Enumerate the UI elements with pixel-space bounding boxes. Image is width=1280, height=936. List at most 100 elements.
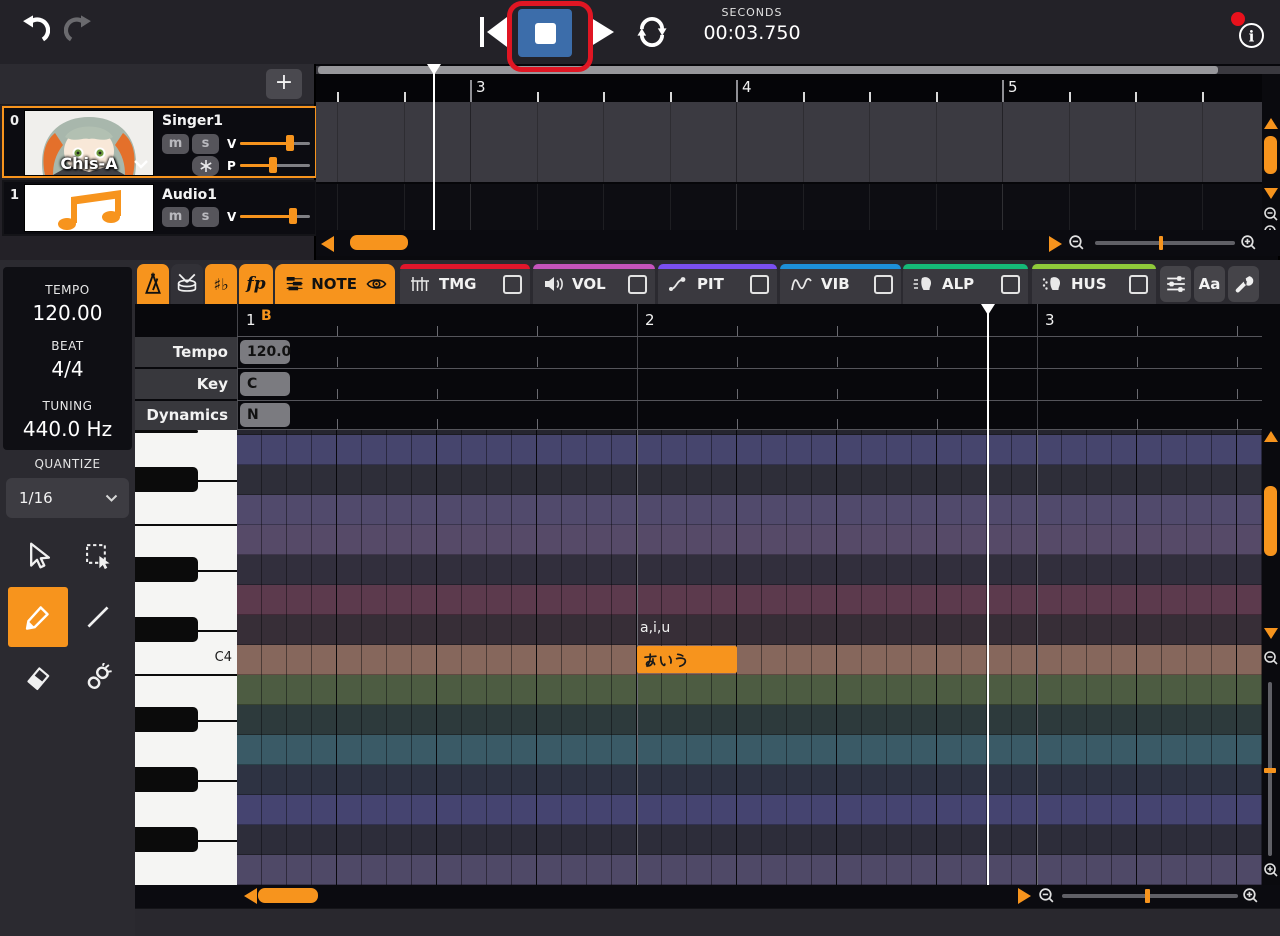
scroll-up-arrow[interactable] [1264, 431, 1278, 442]
black-key[interactable] [135, 557, 198, 582]
playhead-marker[interactable] [981, 304, 995, 315]
song-info-panel[interactable]: TEMPO 120.00 BEAT 4/4 TUNING 440.0 Hz [3, 267, 132, 450]
zoom-slider[interactable] [1095, 241, 1235, 245]
tab-checkbox[interactable] [1001, 274, 1020, 294]
piano-keyboard[interactable]: C4 [135, 430, 237, 885]
lyric-text-button[interactable]: Aa [1194, 266, 1225, 302]
tab-pit[interactable]: PIT [658, 264, 777, 304]
magnifier-minus-icon[interactable] [1263, 650, 1279, 666]
tool-line[interactable] [68, 587, 128, 647]
scroll-right-arrow[interactable] [1018, 888, 1031, 904]
tab-checkbox[interactable] [628, 274, 647, 294]
black-key[interactable] [135, 827, 198, 852]
magnifier-minus-icon[interactable] [1068, 234, 1085, 251]
info-button[interactable]: i [1238, 22, 1265, 49]
h-zoom-handle[interactable] [1145, 889, 1150, 903]
tab-vol[interactable]: VOL [533, 264, 655, 304]
magnifier-plus-icon[interactable] [1263, 862, 1279, 878]
loop-button[interactable] [634, 16, 670, 48]
drum-toggle[interactable] [171, 264, 203, 304]
tool-pointer[interactable] [8, 526, 68, 586]
tab-checkbox[interactable] [503, 274, 522, 294]
metronome-toggle[interactable] [137, 264, 169, 304]
tempo-value-chip[interactable]: 120.0 [240, 340, 291, 364]
pan-label: P [227, 159, 236, 173]
magnifier-plus-icon[interactable] [1240, 234, 1257, 251]
arrange-ruler[interactable]: 345 [316, 74, 1262, 102]
volume-slider[interactable] [240, 208, 310, 224]
scroll-left-arrow[interactable] [244, 888, 257, 904]
tab-checkbox[interactable] [874, 274, 893, 294]
scroll-up-arrow[interactable] [1264, 118, 1278, 129]
arrange-v-scroll-thumb[interactable] [1264, 136, 1277, 174]
tab-vib[interactable]: VIB [780, 264, 901, 304]
tab-checkbox[interactable] [1129, 274, 1148, 294]
freeze-button[interactable] [192, 156, 219, 176]
play-button[interactable] [586, 15, 616, 49]
tab-label: VOL [572, 275, 606, 293]
stop-button[interactable] [518, 9, 572, 57]
quantize-dropdown[interactable]: 1/16 [6, 478, 129, 518]
arrange-h-scroll-thumb[interactable] [318, 66, 1218, 74]
v-scroll-thumb[interactable] [1264, 486, 1277, 556]
audio-thumbnail[interactable] [24, 184, 154, 232]
mute-button[interactable]: m [162, 207, 189, 227]
black-key[interactable] [135, 707, 198, 732]
note-block[interactable]: あいう [637, 646, 737, 673]
settings-button[interactable] [1228, 266, 1259, 302]
track-row-singer1[interactable]: 0 Chis-A Singer1 m s V P [2, 106, 317, 178]
arrange-scroll-thumb[interactable] [350, 235, 408, 250]
solo-button[interactable]: s [192, 134, 219, 154]
black-key[interactable] [135, 617, 198, 642]
playhead [987, 304, 989, 430]
volume-slider[interactable] [240, 135, 310, 151]
tab-hus[interactable]: HUS [1032, 264, 1156, 304]
h-zoom-slider[interactable] [1062, 894, 1238, 898]
tool-unlink[interactable] [68, 648, 128, 708]
dynamics-value-chip[interactable]: N [240, 403, 290, 427]
tab-note[interactable]: NOTE [275, 264, 395, 304]
tab-tmg[interactable]: TMG [400, 264, 530, 304]
dynamics-toggle[interactable]: fp [239, 264, 273, 304]
mute-button[interactable]: m [162, 134, 189, 154]
arrange-playhead-marker[interactable] [427, 64, 441, 75]
arrange-h-scrollbar[interactable] [316, 66, 1280, 74]
scroll-down-arrow[interactable] [1264, 188, 1278, 199]
scroll-left-arrow[interactable] [321, 236, 334, 252]
mixer-button[interactable] [1160, 266, 1191, 302]
section-marker[interactable]: B [261, 308, 272, 324]
key-value-chip[interactable]: C [240, 372, 290, 396]
note-blocks-icon [286, 277, 303, 291]
magnifier-minus-icon[interactable] [1038, 887, 1055, 904]
black-key[interactable] [135, 767, 198, 792]
note-grid[interactable]: a,i,u あいう [237, 430, 1262, 885]
scroll-right-arrow[interactable] [1049, 236, 1062, 252]
scroll-down-arrow[interactable] [1264, 628, 1278, 639]
track-row-audio1[interactable]: 1 Audio1 m s V [2, 180, 317, 236]
v-zoom-handle[interactable] [1264, 768, 1276, 773]
pitch-slider[interactable] [240, 157, 310, 173]
redo-button[interactable] [64, 14, 98, 48]
loop-icon [637, 17, 667, 47]
key-signature-toggle[interactable]: ♯♭ [205, 264, 237, 304]
tab-alp[interactable]: ALP [903, 264, 1028, 304]
black-key[interactable] [135, 430, 198, 433]
solo-button[interactable]: s [192, 207, 219, 227]
skip-to-start-button[interactable] [477, 15, 511, 49]
voice-selector[interactable]: Chis-A [24, 110, 154, 176]
tool-eraser[interactable] [8, 648, 68, 708]
add-track-button[interactable]: + [266, 69, 302, 99]
arrange-v-scroll-area [1262, 74, 1280, 239]
tool-pencil[interactable] [8, 587, 68, 647]
tool-rect-select[interactable] [68, 526, 128, 586]
piano-roll-ruler[interactable]: 1 B 2 3 120.0 C N [237, 304, 1262, 430]
arrange-lane-audio[interactable] [316, 182, 1262, 232]
zoom-slider-handle[interactable] [1159, 236, 1163, 250]
arrange-lane-singer[interactable] [316, 102, 1262, 182]
tab-checkbox[interactable] [750, 274, 769, 294]
black-key[interactable] [135, 467, 198, 492]
h-scroll-thumb[interactable] [258, 888, 318, 903]
magnifier-minus-icon[interactable] [1263, 206, 1279, 222]
magnifier-plus-icon[interactable] [1242, 887, 1259, 904]
undo-button[interactable] [16, 14, 50, 48]
